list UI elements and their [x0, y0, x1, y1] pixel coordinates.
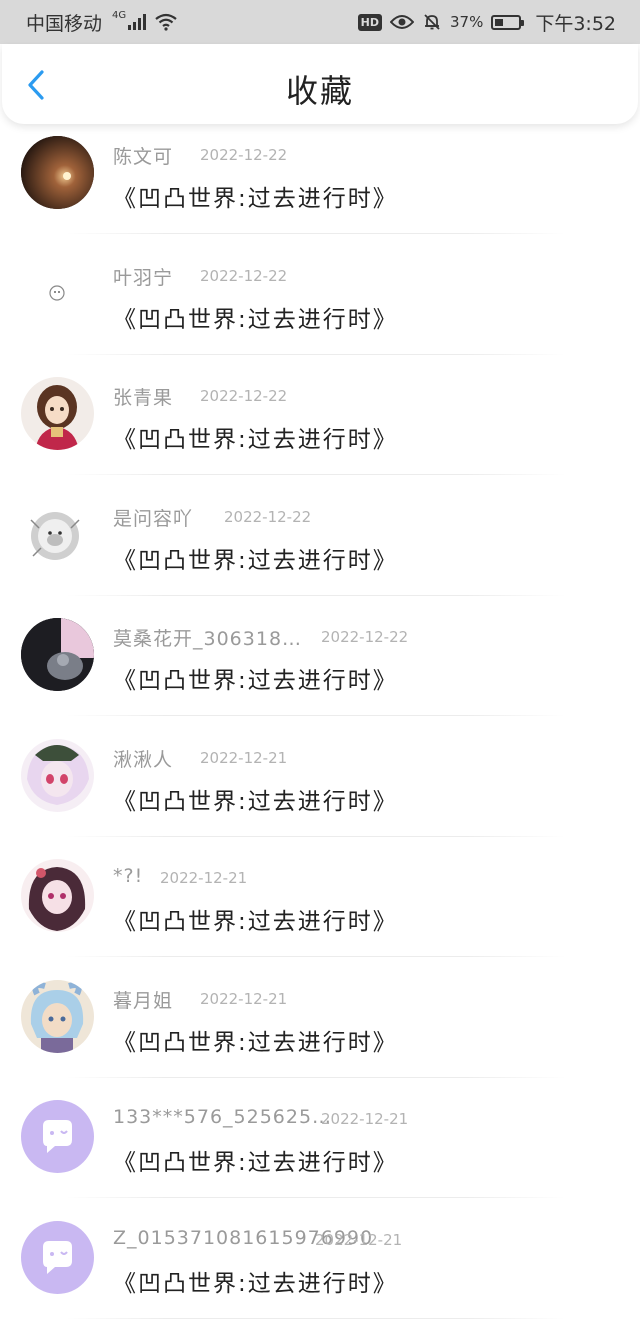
user-name[interactable]: 陈文可 — [113, 142, 173, 169]
avatar[interactable] — [21, 1221, 94, 1294]
user-name[interactable]: 湫湫人 — [113, 745, 173, 772]
wifi-icon — [154, 13, 178, 31]
user-name[interactable]: *?! — [113, 865, 143, 887]
user-name[interactable]: 是问容吖 — [113, 504, 193, 531]
favorite-title[interactable]: 《凹凸世界:过去进行时》 — [113, 541, 398, 575]
avatar[interactable] — [21, 739, 94, 812]
favorite-item[interactable]: 叶羽宁 2022-12-22 《凹凸世界:过去进行时》 — [0, 245, 640, 366]
avatar[interactable] — [21, 257, 94, 330]
divider — [66, 354, 566, 355]
avatar[interactable] — [21, 618, 94, 691]
signal-icon — [128, 14, 146, 30]
top-app-bar: 收藏 — [2, 44, 638, 124]
favorite-date: 2022-12-21 — [200, 749, 287, 767]
avatar[interactable] — [21, 859, 94, 932]
favorite-date: 2022-12-21 — [200, 990, 287, 1008]
favorite-date: 2022-12-21 — [321, 1110, 408, 1128]
avatar[interactable] — [21, 498, 94, 571]
favorite-item[interactable]: 湫湫人 2022-12-21 《凹凸世界:过去进行时》 — [0, 727, 640, 848]
favorite-title[interactable]: 《凹凸世界:过去进行时》 — [113, 782, 398, 816]
user-name[interactable]: 133***576_525625… — [113, 1106, 332, 1128]
favorite-title[interactable]: 《凹凸世界:过去进行时》 — [113, 300, 398, 334]
eye-icon — [390, 14, 414, 30]
favorite-title[interactable]: 《凹凸世界:过去进行时》 — [113, 902, 398, 936]
carrier-name: 中国移动 — [26, 9, 102, 36]
favorite-item[interactable]: 是问容吖 2022-12-22 《凹凸世界:过去进行时》 — [0, 486, 640, 607]
favorite-date: 2022-12-22 — [200, 267, 287, 285]
favorite-item[interactable]: 133***576_525625…2022-12-21 《凹凸世界:过去进行时》 — [0, 1088, 640, 1209]
favorite-title[interactable]: 《凹凸世界:过去进行时》 — [113, 1143, 398, 1177]
battery-icon — [491, 15, 521, 30]
user-name[interactable]: 叶羽宁 — [113, 263, 173, 290]
divider — [66, 474, 566, 475]
favorite-item[interactable]: 暮月姐 2022-12-21 《凹凸世界:过去进行时》 — [0, 968, 640, 1089]
favorite-title[interactable]: 《凹凸世界:过去进行时》 — [113, 179, 398, 213]
favorite-item[interactable]: 张青果 2022-12-22 《凹凸世界:过去进行时》 — [0, 365, 640, 486]
divider — [66, 715, 566, 716]
user-name[interactable]: 张青果 — [113, 383, 173, 410]
status-left: 中国移动 4G — [26, 9, 178, 36]
favorite-title[interactable]: 《凹凸世界:过去进行时》 — [113, 1023, 398, 1057]
clock-time: 下午3:52 — [535, 9, 616, 36]
divider — [66, 956, 566, 957]
favorite-item[interactable]: Z_0153710816159769902022-12-21《凹凸世界:过去进行… — [0, 1209, 640, 1329]
favorite-date: 2022-12-21 — [160, 869, 247, 887]
divider — [66, 595, 566, 596]
divider — [66, 233, 566, 234]
avatar[interactable] — [21, 136, 94, 209]
divider — [66, 1077, 566, 1078]
favorites-list: 陈文可2022-12-22《凹凸世界:过去进行时》叶羽宁2022-12-22《凹… — [0, 124, 640, 1329]
divider — [66, 1318, 566, 1319]
status-bar: 中国移动 4G HD 37% 下午3:52 — [0, 0, 640, 44]
hd-icon: HD — [358, 14, 382, 31]
favorite-title[interactable]: 《凹凸世界:过去进行时》 — [113, 661, 398, 695]
favorite-date: 2022-12-22 — [321, 628, 408, 646]
favorite-title[interactable]: 《凹凸世界:过去进行时》 — [113, 1264, 398, 1298]
user-name[interactable]: 莫桑花开_306318… — [113, 624, 302, 651]
divider — [66, 836, 566, 837]
favorite-title[interactable]: 《凹凸世界:过去进行时》 — [113, 420, 398, 454]
favorite-date: 2022-12-22 — [200, 146, 287, 164]
status-right: HD 37% 下午3:52 — [358, 9, 616, 36]
avatar[interactable] — [21, 377, 94, 450]
favorite-date: 2022-12-22 — [224, 508, 311, 526]
avatar[interactable] — [21, 1100, 94, 1173]
favorite-item[interactable]: *?! 2022-12-21 《凹凸世界:过去进行时》 — [0, 847, 640, 968]
battery-percent: 37% — [450, 13, 483, 31]
network-type: 4G — [112, 10, 126, 21]
avatar[interactable] — [21, 980, 94, 1053]
favorite-date: 2022-12-21 — [315, 1231, 402, 1249]
divider — [66, 1197, 566, 1198]
favorite-date: 2022-12-22 — [200, 387, 287, 405]
page-title: 收藏 — [2, 44, 638, 124]
favorite-item[interactable]: 陈文可 2022-12-22 《凹凸世界:过去进行时》 — [0, 124, 640, 245]
mute-bell-icon — [422, 12, 442, 32]
user-name[interactable]: 暮月姐 — [113, 986, 173, 1013]
favorite-item[interactable]: 莫桑花开_306318… 2022-12-22 《凹凸世界:过去进行时》 — [0, 606, 640, 727]
